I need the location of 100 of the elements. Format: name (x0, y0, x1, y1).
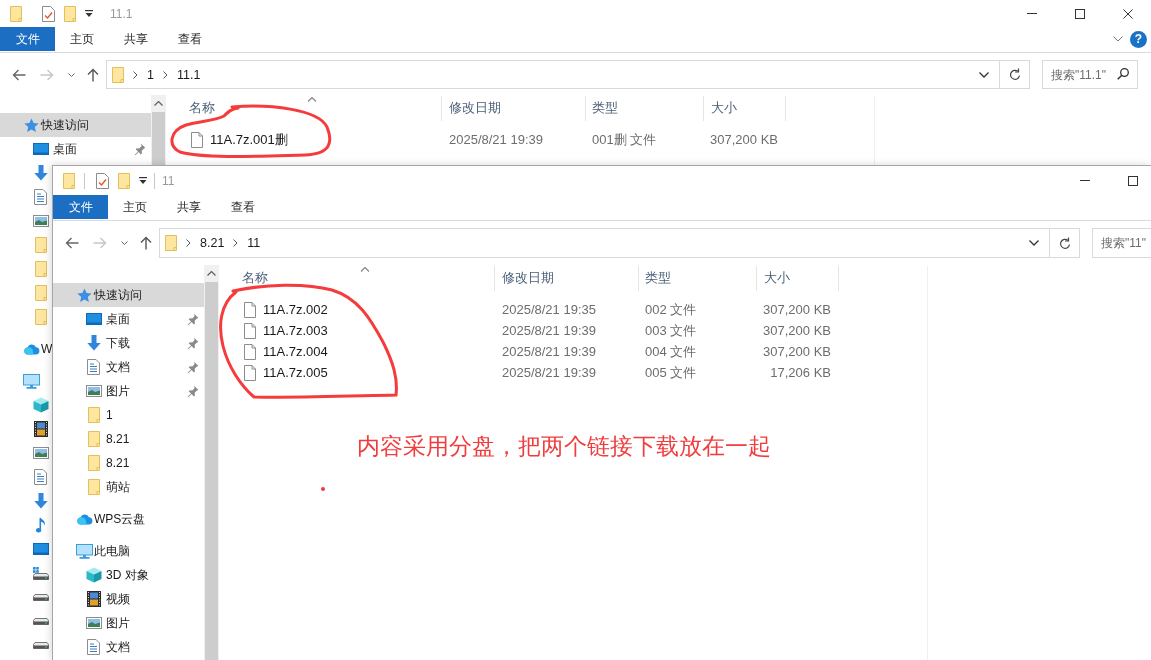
breadcrumb[interactable]: 11.1 (176, 67, 201, 82)
search-icon[interactable] (1117, 68, 1129, 80)
file-icon (244, 343, 256, 360)
breadcrumb[interactable]: 1 (147, 67, 154, 82)
back-arrow-icon[interactable] (12, 68, 26, 81)
pin-icon[interactable] (187, 337, 199, 349)
chevron-down-icon[interactable] (121, 241, 128, 245)
pin-icon[interactable] (187, 385, 199, 397)
nav-item[interactable]: 8.21 (53, 427, 130, 451)
file-menu-button[interactable]: 文件 (53, 195, 108, 219)
pin-icon[interactable] (187, 361, 199, 373)
column-header[interactable]: 大小 (757, 266, 839, 291)
dropdown-arrow-icon[interactable] (139, 177, 147, 184)
checklist-icon[interactable] (42, 5, 55, 22)
ribbon-tab[interactable]: 共享 (109, 27, 163, 51)
folder-icon (34, 237, 47, 253)
checklist-icon[interactable] (96, 172, 109, 189)
chevron-down-icon[interactable] (68, 72, 75, 77)
ribbon-tab[interactable]: 主页 (108, 195, 162, 219)
ribbon-tab[interactable]: 共享 (162, 195, 216, 219)
scrollbar-thumb[interactable] (205, 282, 218, 660)
computer-icon (76, 543, 93, 559)
file-menu-button[interactable]: 文件 (0, 27, 55, 51)
download-arrow-icon (33, 493, 48, 509)
column-header[interactable]: 修改日期 (442, 96, 586, 121)
column-header[interactable]: 名称 (167, 96, 442, 121)
column-header[interactable]: 大小 (704, 96, 786, 121)
pin-icon[interactable] (187, 313, 199, 325)
close-icon[interactable] (1123, 8, 1133, 19)
search-field[interactable]: 搜索"11.1" (1042, 60, 1138, 89)
nav-item[interactable]: 桌面 (0, 137, 151, 161)
star-icon (24, 117, 39, 133)
film-icon (86, 591, 101, 607)
nav-item[interactable]: 3D 对象 (53, 563, 149, 587)
column-header[interactable]: 类型 (639, 266, 757, 291)
nav-item[interactable]: 桌面 (53, 307, 204, 331)
nav-item[interactable]: 图片 (53, 379, 204, 403)
back-arrow-icon[interactable] (65, 237, 79, 249)
nav-item[interactable]: W (0, 337, 53, 361)
nav-item[interactable]: 8.21 (53, 451, 130, 475)
document-icon (87, 359, 100, 375)
folder-icon (87, 479, 100, 495)
chevron-right-icon[interactable] (186, 239, 191, 247)
nav-item[interactable]: WPS云盘 (53, 507, 146, 531)
nav-item[interactable]: 萌站 (53, 475, 130, 499)
sort-caret-icon (360, 267, 370, 272)
breadcrumb[interactable]: 11 (247, 236, 261, 250)
file-name[interactable]: 11A.7z.004 (263, 344, 328, 359)
help-button[interactable]: ? (1130, 30, 1147, 48)
picture-icon (32, 215, 49, 227)
drive-icon (32, 641, 49, 649)
refresh-icon (1008, 68, 1021, 81)
nav-item[interactable]: 快速访问 (53, 283, 204, 307)
nav-item[interactable]: 图片 (53, 611, 130, 635)
nav-item[interactable]: 文档 (53, 355, 204, 379)
pin-icon[interactable] (134, 143, 146, 155)
column-header[interactable]: 类型 (586, 96, 704, 121)
download-arrow-icon (86, 335, 101, 351)
refresh-button[interactable] (1000, 60, 1030, 89)
refresh-button[interactable] (1050, 228, 1080, 258)
search-field[interactable]: 搜索"11" (1092, 228, 1151, 258)
nav-item[interactable]: 文档 (53, 635, 130, 659)
maximize-icon[interactable] (1075, 8, 1085, 19)
star-icon (77, 287, 92, 303)
maximize-icon[interactable] (1128, 175, 1138, 186)
file-size: 17,206 KB (769, 365, 832, 380)
file-name[interactable]: 11A.7z.003 (263, 323, 328, 338)
scrollbar-thumb[interactable] (152, 112, 165, 165)
column-header[interactable]: 名称 (220, 266, 495, 291)
chevron-right-icon[interactable] (133, 70, 138, 79)
file-name[interactable]: 11A.7z.005 (263, 365, 328, 380)
nav-item[interactable]: 视频 (53, 587, 130, 611)
ribbon-tab[interactable]: 主页 (55, 27, 109, 51)
ribbon-tab[interactable]: 查看 (163, 27, 217, 51)
column-header[interactable]: 修改日期 (495, 266, 639, 291)
ribbon-tab[interactable]: 查看 (216, 195, 270, 219)
chevron-right-icon[interactable] (162, 70, 168, 79)
up-arrow-icon[interactable] (87, 67, 99, 82)
chevron-down-icon[interactable] (979, 71, 989, 78)
address-bar[interactable]: 1 11.1 (106, 60, 1000, 89)
chevron-down-icon[interactable] (1029, 240, 1039, 246)
nav-item[interactable]: 此电脑 (53, 539, 130, 563)
nav-item[interactable]: 快速访问 (0, 113, 151, 137)
drive-icon (32, 617, 49, 625)
up-arrow-icon[interactable] (140, 236, 152, 250)
breadcrumb[interactable]: 8.21 (200, 236, 225, 250)
modified-date: 2025/8/21 19:39 (501, 365, 597, 380)
modified-date: 2025/8/21 19:35 (501, 302, 597, 317)
file-type: 004 文件 (644, 342, 698, 361)
drive-icon (32, 566, 49, 580)
file-type: 003 文件 (644, 321, 698, 340)
file-name[interactable]: 11A.7z.001删 (210, 130, 288, 149)
dropdown-arrow-icon[interactable] (85, 10, 93, 17)
address-bar[interactable]: 8.21 11 (159, 228, 1050, 258)
nav-item[interactable]: 1 (53, 403, 113, 427)
modified-date: 2025/8/21 19:39 (501, 323, 597, 338)
chevron-right-icon[interactable] (233, 239, 239, 247)
file-name[interactable]: 11A.7z.002 (263, 302, 328, 317)
cloud-icon (76, 513, 93, 525)
nav-item[interactable]: 下载 (53, 331, 204, 355)
